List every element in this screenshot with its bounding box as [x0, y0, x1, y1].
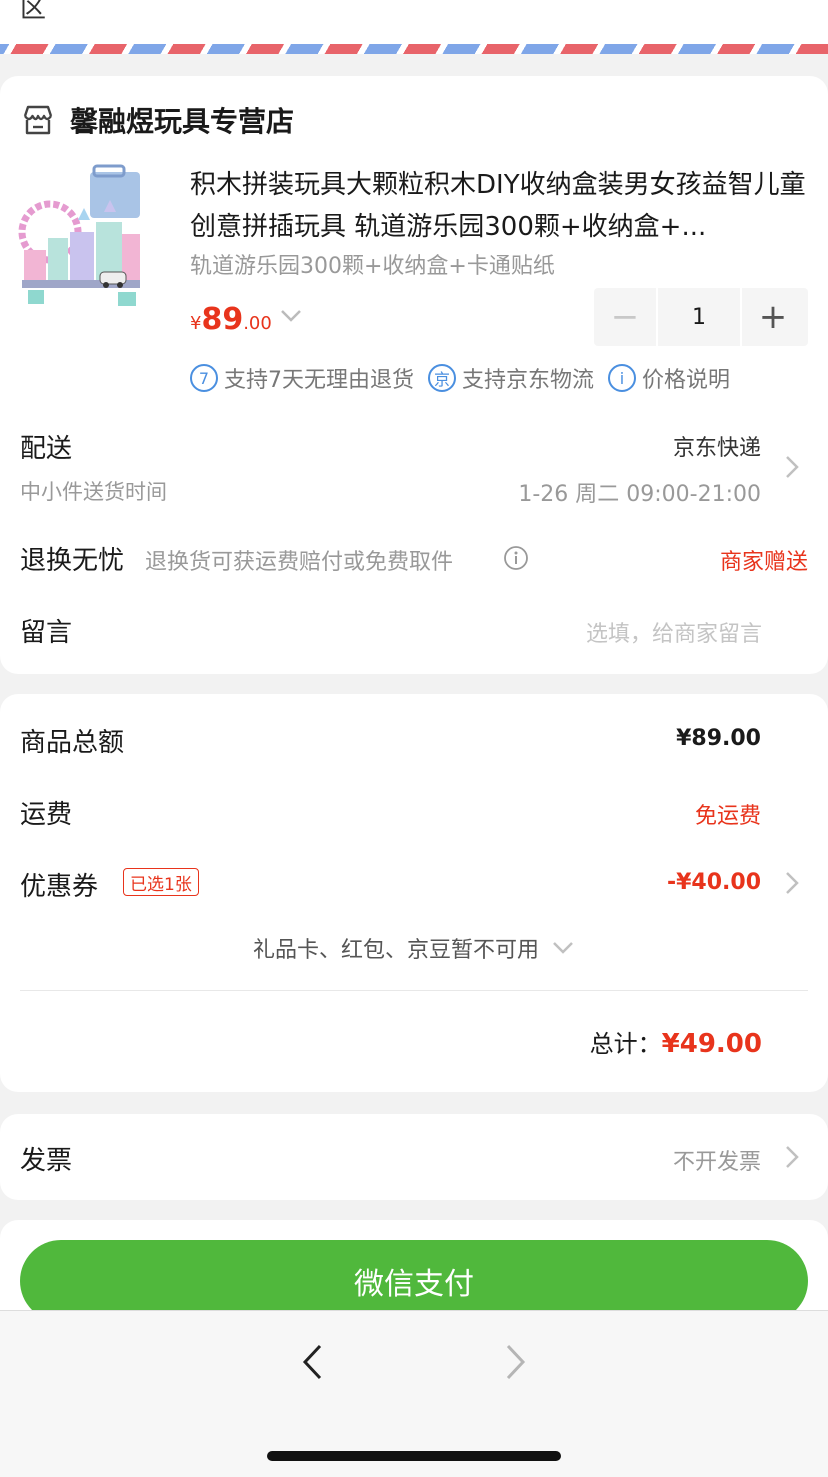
chevron-right-icon[interactable]	[784, 454, 800, 480]
shipping-value: 免运费	[694, 804, 761, 829]
price-currency: ¥	[190, 313, 202, 334]
service-jd-logistics[interactable]: 京 支持京东物流	[428, 362, 594, 394]
gift-note-row[interactable]: 礼品卡、红包、京豆暂不可用	[0, 932, 828, 964]
total-value: ¥49.00	[661, 1029, 762, 1059]
service-label: 价格说明	[642, 368, 731, 393]
delivery-method[interactable]: 京东快递	[673, 430, 761, 462]
airmail-stripe-divider	[0, 44, 828, 54]
service-7day-return[interactable]: 7 支持7天无理由退货	[190, 362, 414, 394]
shop-card: 馨融煜玩具专营店 积木拼装玩具大颗粒积木DIY收纳盒装男女孩益智儿童创意拼插玩具…	[0, 76, 828, 674]
chevron-down-icon	[553, 942, 573, 954]
gift-note: 礼品卡、红包、京豆暂不可用	[252, 938, 539, 963]
top-remnant: 区	[0, 0, 828, 44]
return-worry-free-desc: 退换货可获运费赔付或免费取件	[145, 550, 454, 575]
back-arrow-icon[interactable]	[300, 1343, 326, 1381]
shop-name: 馨融煜玩具专营店	[70, 105, 295, 138]
product-image[interactable]	[18, 162, 142, 312]
coupon-label: 优惠券	[20, 872, 99, 902]
product-title[interactable]: 积木拼装玩具大颗粒积木DIY收纳盒装男女孩益智儿童创意拼插玩具 轨道游乐园300…	[190, 164, 810, 248]
coupon-selected-badge: 已选1张	[123, 868, 199, 896]
invoice-value: 不开发票	[672, 1150, 761, 1175]
delivery-time[interactable]: 1-26 周二 09:00-21:00	[518, 476, 761, 508]
shop-header[interactable]: 馨融煜玩具专营店	[20, 98, 294, 142]
quantity-stepper: − 1 +	[594, 288, 808, 346]
service-tags: 7 支持7天无理由退货 京 支持京东物流 i 价格说明	[190, 362, 744, 394]
message-input[interactable]: 选填，给商家留言	[586, 616, 762, 648]
store-icon	[23, 105, 53, 135]
jd-logistics-icon: 京	[428, 364, 456, 392]
decrease-quantity-button[interactable]: −	[594, 288, 656, 346]
info-icon[interactable]	[503, 545, 529, 571]
forward-arrow-icon[interactable]	[502, 1343, 528, 1381]
goods-total-value: ¥89.00	[676, 726, 761, 751]
info-icon: i	[608, 364, 637, 392]
chevron-right-icon	[786, 1146, 799, 1168]
total-label: 总计：	[589, 1030, 662, 1058]
chevron-down-icon[interactable]	[278, 306, 304, 326]
delivery-label: 配送	[20, 434, 73, 464]
delivery-sub-label: 中小件送货时间	[20, 480, 167, 504]
increase-quantity-button[interactable]: +	[742, 288, 804, 346]
price-decimal: .00	[243, 313, 272, 334]
coupon-value[interactable]: -¥40.00	[667, 870, 761, 895]
service-label: 支持7天无理由退货	[224, 368, 414, 393]
product-price: ¥ 89 .00	[190, 302, 272, 337]
browser-toolbar	[0, 1310, 828, 1477]
goods-total-label: 商品总额	[20, 728, 125, 758]
return-worry-free-label: 退换无忧	[20, 546, 125, 576]
invoice-label: 发票	[20, 1146, 73, 1176]
product-spec: 轨道游乐园300颗+收纳盒+卡通贴纸	[190, 254, 555, 279]
invoice-row[interactable]: 发票 不开发票	[0, 1114, 828, 1200]
chevron-right-icon[interactable]	[784, 870, 800, 896]
seven-day-icon: 7	[190, 364, 218, 392]
top-partial-text: 区	[20, 0, 47, 24]
order-total: 总计： ¥49.00	[590, 1024, 762, 1059]
price-integer: 89	[201, 302, 244, 337]
service-label: 支持京东物流	[462, 368, 595, 393]
message-label: 留言	[20, 618, 73, 648]
divider	[20, 990, 808, 991]
return-worry-free-status: 商家赠送	[719, 550, 808, 575]
order-summary-card: 商品总额 ¥89.00 运费 免运费 优惠券 已选1张 -¥40.00 礼品卡、…	[0, 694, 828, 1092]
home-indicator[interactable]	[267, 1451, 561, 1461]
shipping-label: 运费	[20, 800, 73, 830]
quantity-value[interactable]: 1	[656, 288, 742, 346]
pay-area: 微信支付	[0, 1220, 828, 1322]
service-price-info[interactable]: i 价格说明	[608, 362, 730, 394]
